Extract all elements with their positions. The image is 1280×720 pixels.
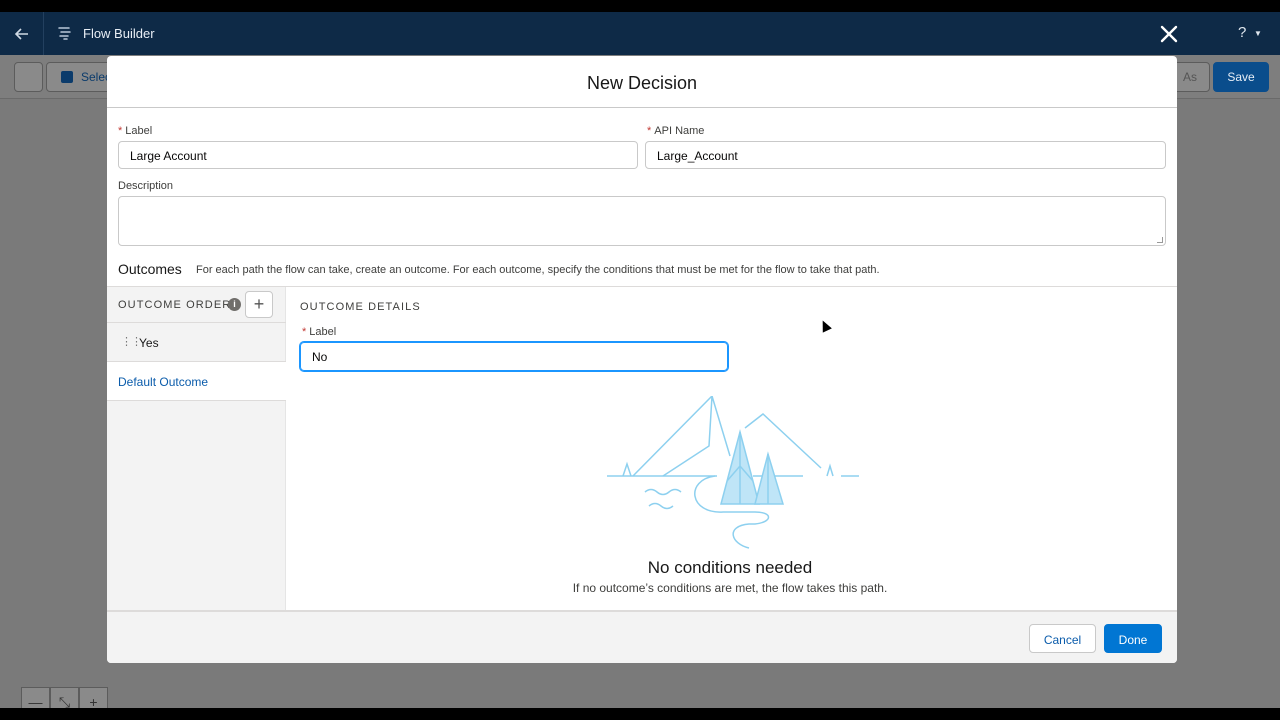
- empty-state-title: No conditions needed: [647, 558, 813, 577]
- outcome-order-header: OUTCOME ORDER i +: [107, 287, 286, 323]
- add-outcome-button[interactable]: +: [245, 291, 273, 318]
- mountains-illustration: [607, 396, 859, 549]
- flow-builder-screen: Flow Builder ? ▼ Selec As Save — ⤡ + New…: [0, 12, 1280, 708]
- select-icon: [61, 71, 73, 83]
- outcome-item-yes[interactable]: ⋮⋮ Yes: [107, 323, 286, 362]
- outcome-order-panel: OUTCOME ORDER i + ⋮⋮ Yes Default Outcome: [107, 287, 286, 610]
- label-field-label: * Label: [118, 125, 153, 137]
- description-textarea[interactable]: [118, 196, 1166, 246]
- label-input[interactable]: Large Account: [118, 141, 638, 169]
- zoom-in-button[interactable]: +: [79, 687, 108, 708]
- outcome-label-field-label: * Label: [302, 326, 337, 338]
- back-button[interactable]: [0, 12, 44, 55]
- zoom-controls: — ⤡ +: [21, 687, 108, 708]
- outcome-item-label: Default Outcome: [118, 375, 209, 389]
- chevron-down-icon: ▼: [1254, 29, 1262, 38]
- zoom-out-button[interactable]: —: [21, 687, 50, 708]
- fit-view-button[interactable]: ⤡: [50, 687, 79, 708]
- modal-footer: Cancel Done: [107, 610, 1177, 663]
- done-button[interactable]: Done: [1104, 624, 1162, 653]
- resize-handle[interactable]: [1157, 237, 1163, 243]
- outcome-item-default[interactable]: Default Outcome: [107, 362, 286, 401]
- close-icon[interactable]: [1158, 23, 1180, 45]
- outcome-label-input[interactable]: No: [300, 342, 728, 371]
- outcomes-description: For each path the flow can take, create …: [196, 264, 880, 276]
- api-name-field-label: * API Name: [647, 125, 705, 137]
- empty-state-subtitle: If no outcome’s conditions are met, the …: [572, 581, 888, 595]
- flow-icon: [58, 27, 71, 40]
- drag-handle-icon[interactable]: ⋮⋮: [121, 335, 142, 348]
- api-name-input[interactable]: Large_Account: [645, 141, 1166, 169]
- outcomes-heading: Outcomes: [118, 261, 182, 277]
- outcome-order-title: OUTCOME ORDER: [118, 299, 232, 311]
- save-button[interactable]: Save: [1213, 62, 1269, 92]
- toggle-panel-button[interactable]: [14, 62, 43, 92]
- help-menu[interactable]: ?: [1238, 24, 1246, 41]
- app-header: Flow Builder ? ▼: [0, 12, 1280, 55]
- modal-header: New Decision: [107, 56, 1177, 108]
- app-title: Flow Builder: [83, 26, 155, 41]
- modal-title: New Decision: [586, 73, 698, 93]
- info-icon[interactable]: i: [228, 298, 241, 311]
- outcome-details-title: OUTCOME DETAILS: [300, 301, 421, 313]
- description-field-label: Description: [118, 180, 174, 192]
- back-arrow-icon: [14, 27, 28, 40]
- new-decision-modal: New Decision * Label Large Account * API N…: [107, 56, 1177, 663]
- outcome-item-label: Yes: [139, 336, 159, 350]
- cancel-button[interactable]: Cancel: [1029, 624, 1096, 653]
